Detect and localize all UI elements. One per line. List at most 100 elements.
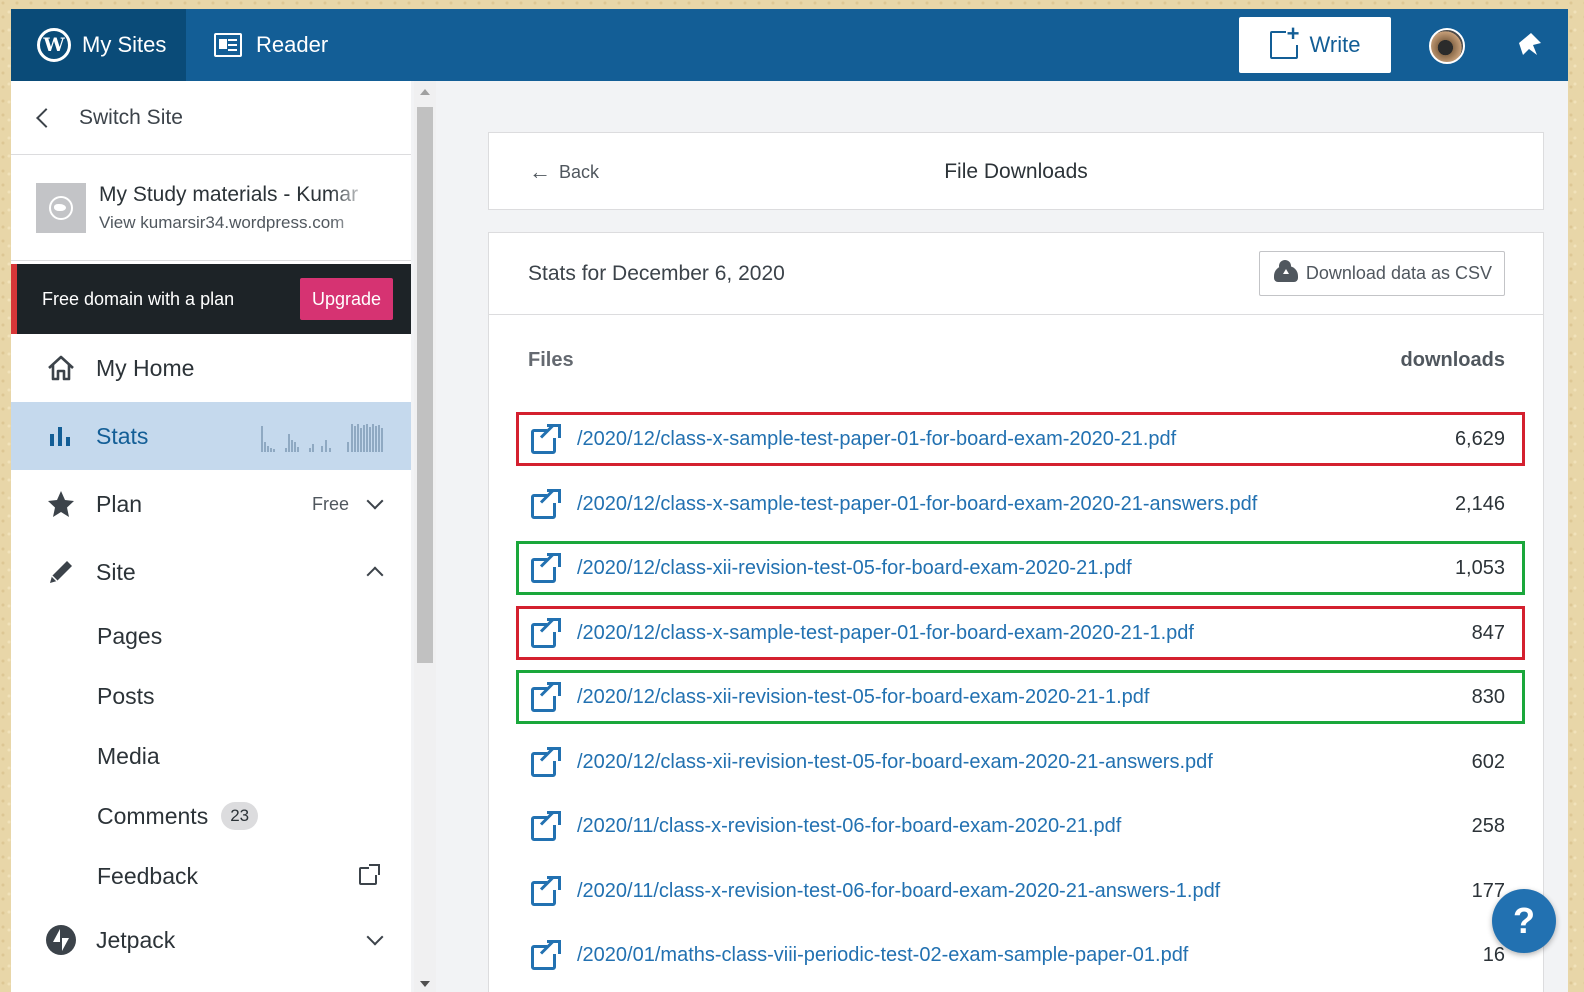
comments-count-badge: 23 — [221, 802, 259, 830]
reader-label: Reader — [256, 32, 329, 57]
download-count: 830 — [1471, 685, 1505, 708]
table-row[interactable]: /2020/01/maths-class-viii-periodic-test-… — [489, 923, 1543, 987]
sidebar-subitem-label: Media — [97, 742, 160, 769]
file-path-link[interactable]: /2020/12/class-xii-revision-test-05-for-… — [577, 686, 1149, 709]
sidebar-subitem-posts[interactable]: Posts — [11, 666, 411, 726]
file-path-link[interactable]: /2020/12/class-xii-revision-test-05-for-… — [577, 557, 1132, 580]
table-row[interactable]: /2020/12/class-x-sample-test-paper-01-fo… — [489, 472, 1543, 536]
page-header: ← Back File Downloads — [488, 132, 1544, 210]
download-count: 847 — [1471, 621, 1505, 644]
write-label: Write — [1309, 32, 1361, 57]
column-header-downloads: downloads — [1400, 348, 1505, 371]
write-icon — [1269, 23, 1301, 59]
jetpack-expander[interactable] — [366, 928, 384, 946]
file-path-link[interactable]: /2020/12/class-x-sample-test-paper-01-fo… — [577, 622, 1194, 645]
sidebar-subitem-pages[interactable]: Pages — [11, 606, 411, 666]
external-link-icon[interactable] — [531, 489, 561, 519]
external-link-icon[interactable] — [531, 618, 561, 648]
external-link-icon[interactable] — [531, 811, 561, 841]
scroll-down-arrow-icon[interactable] — [420, 981, 430, 987]
download-csv-label: Download data as CSV — [1305, 263, 1492, 283]
column-header-files: Files — [528, 348, 574, 371]
download-count: 16 — [1482, 943, 1505, 966]
download-count: 602 — [1471, 750, 1505, 773]
sidebar-item-stats[interactable]: Stats — [11, 402, 411, 470]
stats-date: Stats for December 6, 2020 — [528, 261, 785, 285]
avatar[interactable] — [1429, 28, 1465, 64]
promo-text: Free domain with a plan — [42, 288, 235, 309]
file-path-link[interactable]: /2020/12/class-xii-revision-test-05-for-… — [577, 751, 1213, 774]
arrow-left-icon: ← — [529, 159, 551, 184]
table-row[interactable]: /2020/12/class-xii-revision-test-05-for-… — [489, 536, 1543, 600]
file-downloads-card: Stats for December 6, 2020 Download data… — [488, 232, 1544, 992]
external-link-icon[interactable] — [531, 940, 561, 970]
chevron-up-icon — [366, 566, 384, 584]
my-sites-button[interactable]: W My Sites — [11, 9, 186, 81]
globe-icon — [49, 195, 73, 220]
sidebar-subitem-comments[interactable]: Comments 23 — [11, 786, 411, 846]
table-row[interactable]: /2020/12/class-xii-revision-test-05-for-… — [489, 665, 1543, 729]
file-path-link[interactable]: /2020/01/maths-class-viii-periodic-test-… — [577, 944, 1188, 967]
plan-badge: Free — [311, 492, 384, 515]
sidebar-subitem-media[interactable]: Media — [11, 726, 411, 786]
back-button[interactable]: ← Back — [529, 133, 599, 211]
external-link-icon[interactable] — [531, 876, 561, 906]
sidebar-item-my-home[interactable]: My Home — [11, 334, 411, 402]
sidebar-item-label: Site — [96, 558, 136, 585]
sidebar-item-label: Stats — [96, 422, 149, 449]
star-icon — [45, 488, 77, 520]
sidebar-item-label: Plan — [96, 490, 143, 517]
sidebar-subitem-label: Feedback — [97, 862, 199, 889]
file-path-link[interactable]: /2020/12/class-x-sample-test-paper-01-fo… — [577, 428, 1176, 451]
my-sites-label: My Sites — [82, 32, 167, 57]
sidebar: Switch Site My Study materials - Kumar V… — [11, 81, 411, 992]
reader-button[interactable]: Reader — [214, 9, 328, 81]
help-button[interactable]: ? — [1492, 889, 1556, 953]
site-expander[interactable] — [366, 563, 384, 584]
sidebar-item-site[interactable]: Site — [11, 538, 411, 606]
external-link-icon[interactable] — [531, 424, 561, 454]
sidebar-subitem-label: Comments — [97, 802, 209, 829]
scroll-up-arrow-icon[interactable] — [420, 89, 430, 95]
table-row[interactable]: /2020/11/class-x-revision-test-06-for-bo… — [489, 794, 1543, 858]
external-link-icon[interactable] — [531, 747, 561, 777]
external-link-icon[interactable] — [531, 553, 561, 583]
domain-upsell-banner: Free domain with a plan Upgrade — [11, 264, 411, 334]
stats-header: Stats for December 6, 2020 Download data… — [489, 233, 1543, 315]
download-count: 1,053 — [1454, 556, 1505, 579]
sidebar-item-jetpack[interactable]: Jetpack — [11, 906, 411, 974]
file-path-link[interactable]: /2020/12/class-x-sample-test-paper-01-fo… — [577, 493, 1257, 516]
home-icon — [45, 352, 77, 384]
download-count: 2,146 — [1454, 492, 1505, 515]
notifications-bell-icon[interactable] — [1513, 29, 1545, 61]
wordpress-logo-icon: W — [37, 28, 71, 62]
external-link-icon[interactable] — [531, 682, 561, 712]
current-site-card[interactable]: My Study materials - Kumar View kumarsir… — [11, 155, 411, 261]
sidebar-subitem-feedback[interactable]: Feedback — [11, 846, 411, 906]
sidebar-subitem-label: Pages — [97, 622, 163, 649]
sidebar-subitem-label: Posts — [97, 682, 155, 709]
site-url[interactable]: View kumarsir34.wordpress.com — [99, 213, 371, 233]
table-row[interactable]: /2020/12/class-x-sample-test-paper-01-fo… — [489, 601, 1543, 665]
scroll-thumb[interactable] — [417, 107, 433, 663]
table-row[interactable]: /2020/12/class-x-sample-test-paper-01-fo… — [489, 407, 1543, 471]
file-path-link[interactable]: /2020/11/class-x-revision-test-06-for-bo… — [577, 880, 1220, 903]
sidebar-item-plan[interactable]: Plan Free — [11, 470, 411, 538]
table-row[interactable]: /2020/11/class-x-revision-test-06-for-bo… — [489, 859, 1543, 923]
file-path-link[interactable]: /2020/11/class-x-revision-test-06-for-bo… — [577, 815, 1121, 838]
page-title: File Downloads — [944, 160, 1088, 183]
sidebar-scrollbar[interactable] — [414, 81, 436, 992]
upgrade-button[interactable]: Upgrade — [299, 278, 393, 320]
chevron-left-icon — [36, 107, 56, 128]
table-row[interactable]: /2020/12/class-xii-revision-test-05-for-… — [489, 730, 1543, 794]
write-button[interactable]: Write — [1239, 17, 1391, 73]
download-csv-button[interactable]: Download data as CSV — [1258, 251, 1505, 296]
chevron-down-icon — [366, 928, 384, 946]
switch-site-button[interactable]: Switch Site — [11, 81, 411, 155]
sidebar-item-label: Jetpack — [96, 926, 176, 953]
pencil-icon — [45, 556, 77, 588]
chevron-down-icon[interactable] — [366, 492, 384, 510]
plan-badge-label: Free — [311, 493, 349, 514]
app-frame: W My Sites Reader Write Switch Site My S… — [11, 9, 1568, 992]
sidebar-item-label: My Home — [96, 354, 195, 381]
